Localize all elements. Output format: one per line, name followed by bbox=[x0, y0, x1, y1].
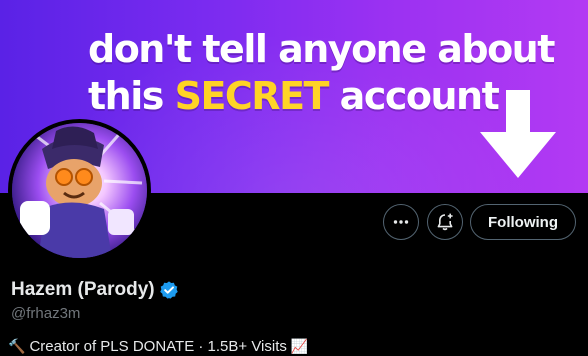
banner-highlight-word: SECRET bbox=[174, 74, 330, 118]
following-button[interactable]: Following bbox=[470, 204, 576, 240]
profile-name-row: Hazem (Parody) bbox=[11, 279, 179, 301]
notifications-button[interactable] bbox=[427, 204, 463, 240]
banner-line-2-end: account bbox=[327, 74, 500, 118]
notification-bell-plus-icon bbox=[437, 213, 453, 231]
more-horizontal-icon bbox=[393, 220, 409, 224]
banner-headline: don't tell anyone about this SECRET acco… bbox=[88, 26, 555, 120]
avatar[interactable] bbox=[8, 119, 151, 262]
avatar-image bbox=[12, 123, 147, 258]
banner-line-2: this SECRET account bbox=[88, 73, 528, 120]
profile-bio: 🔨 Creator of PLS DONATE · 1.5B+ Visits 📈 bbox=[8, 338, 308, 355]
bio-text: Creator of PLS DONATE · 1.5B+ Visits bbox=[29, 338, 287, 355]
banner-line-2-start: this bbox=[88, 74, 175, 118]
chart-increasing-icon: 📈 bbox=[290, 338, 309, 354]
more-button[interactable] bbox=[383, 204, 419, 240]
verified-badge-icon[interactable] bbox=[159, 280, 179, 300]
banner-line-1: don't tell anyone about bbox=[88, 27, 555, 71]
down-arrow-icon bbox=[480, 90, 556, 178]
display-name: Hazem (Parody) bbox=[11, 279, 155, 300]
hammer-icon: 🔨 bbox=[8, 338, 26, 354]
user-handle: @frhaz3m bbox=[11, 305, 81, 322]
